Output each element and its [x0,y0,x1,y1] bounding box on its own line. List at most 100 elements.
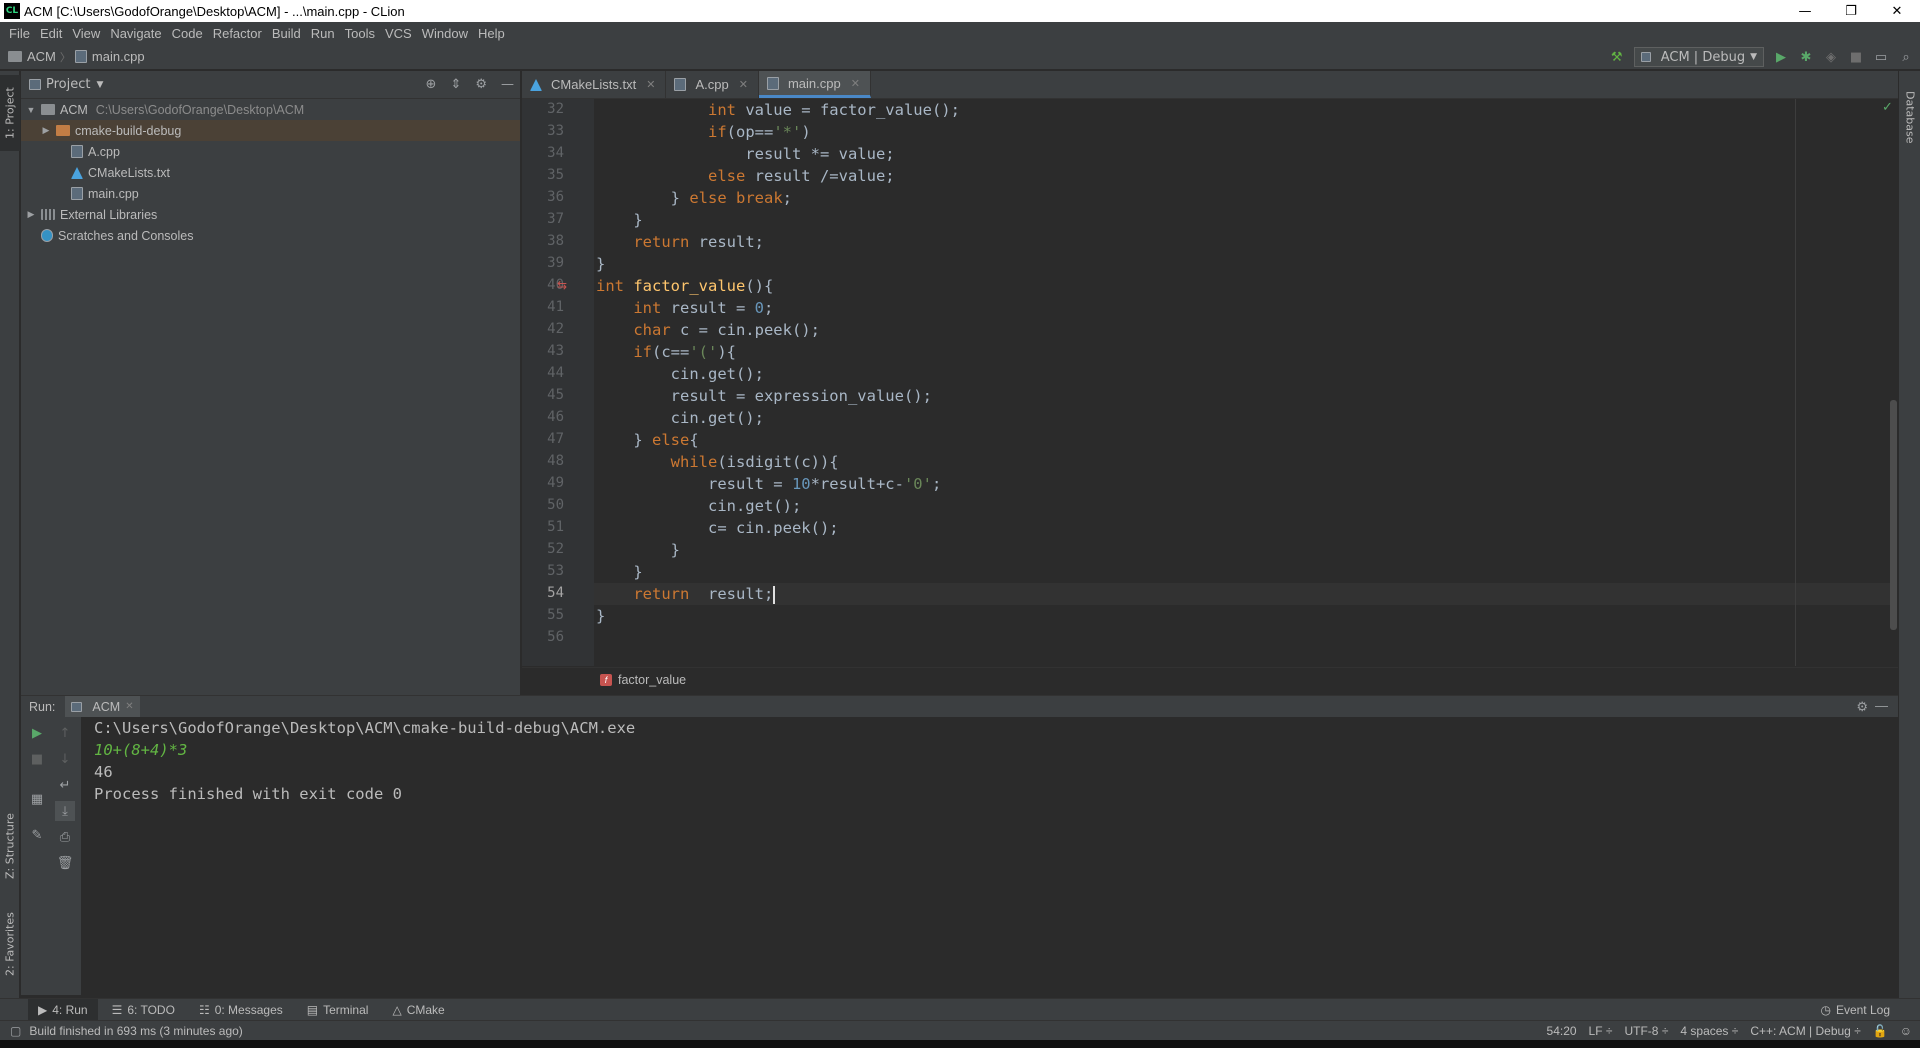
close-icon[interactable]: ✕ [125,701,133,712]
hide-panel-icon[interactable]: — [501,77,514,92]
gear-icon[interactable]: ⚙ [475,77,487,92]
messages-tool-tab[interactable]: ☷ 0: Messages [189,999,293,1021]
lock-icon[interactable]: 🔓 [1873,1024,1888,1038]
run-icon[interactable]: ▶ [1773,49,1789,65]
indent-selector[interactable]: 4 spaces ÷ [1680,1024,1738,1038]
tree-item[interactable]: Scratches and Consoles [21,225,520,246]
collapsed-arrow-icon[interactable]: ▶ [40,125,52,136]
trash-icon[interactable]: 🗑 [55,853,75,873]
run-tool-tab[interactable]: ▶ 4: Run [28,998,98,1021]
chevron-down-icon[interactable]: ▼ [96,80,103,90]
menu-refactor[interactable]: Refactor [208,26,267,41]
menu-code[interactable]: Code [167,26,208,41]
status-message[interactable]: Build finished in 693 ms (3 minutes ago) [29,1024,242,1038]
code-line[interactable]: } [594,253,1894,275]
print-icon[interactable]: ⎙ [55,827,75,847]
collapse-all-icon[interactable]: ⇕ [450,77,461,92]
encoding-selector[interactable]: UTF-8 ÷ [1624,1024,1668,1038]
close-window-button[interactable]: ✕ [1874,0,1920,22]
code-line[interactable]: } [594,561,1894,583]
arrow-down-icon[interactable]: ↓ [55,749,75,769]
editor-tab[interactable]: CMakeLists.txt ✕ [522,71,667,98]
scroll-to-end-icon[interactable]: ⤓ [55,801,75,821]
code-line[interactable]: result = 10*result+c-'0'; [594,473,1894,495]
tree-item[interactable]: ▼ ACM C:\Users\GodofOrange\Desktop\ACM [21,99,520,120]
menu-view[interactable]: View [67,26,105,41]
run-with-coverage-icon[interactable]: ◈ [1823,49,1839,65]
stop-icon[interactable]: ■ [1848,49,1864,65]
tree-item[interactable]: ▶ cmake-build-debug [21,120,520,141]
code-line[interactable]: } [594,209,1894,231]
tree-item[interactable]: ▶ External Libraries [21,204,520,225]
breadcrumb-file[interactable]: main.cpp [74,49,145,64]
code-line[interactable]: cin.get(); [594,407,1894,429]
terminal-tool-tab[interactable]: ▤ Terminal [297,999,379,1021]
favorites-tool-tab[interactable]: 2: Favorites [0,899,20,989]
code-line[interactable]: return result; [594,231,1894,253]
project-tool-tab[interactable]: 1: Project [0,75,20,151]
menu-edit[interactable]: Edit [35,26,67,41]
code-line[interactable]: else result /=value; [594,165,1894,187]
pin-icon[interactable]: ✎ [27,825,47,845]
event-log-tab[interactable]: ◷ Event Log [1820,999,1890,1021]
arrow-up-icon[interactable]: ↑ [55,723,75,743]
menu-tools[interactable]: Tools [340,26,380,41]
gear-icon[interactable]: ⚙ [1856,699,1868,715]
soft-wrap-icon[interactable]: ↵ [55,775,75,795]
rerun-icon[interactable]: ▶ [27,723,47,743]
toggle-tool-windows-icon[interactable]: ▢ [10,1024,21,1038]
code-editor[interactable]: int value = factor_value(); if(op=='*') … [594,99,1894,666]
close-tab-icon[interactable]: ✕ [739,78,748,91]
stop-icon[interactable]: ■ [27,749,47,769]
code-line[interactable]: int value = factor_value(); [594,99,1894,121]
todo-tool-tab[interactable]: ☰ 6: TODO [102,999,185,1021]
restore-layout-icon[interactable]: ▦ [27,789,47,809]
build-hammer-icon[interactable]: ⚒ [1609,49,1625,65]
code-line[interactable] [594,627,1894,649]
tree-item[interactable]: main.cpp [21,183,520,204]
menu-window[interactable]: Window [417,26,473,41]
menu-build[interactable]: Build [267,26,306,41]
project-structure-icon[interactable]: ▭ [1873,49,1889,65]
menu-navigate[interactable]: Navigate [105,26,166,41]
code-breadcrumb[interactable]: f factor_value [522,667,1898,691]
locate-file-icon[interactable]: ⊕ [426,77,437,92]
run-configuration-dropdown[interactable]: ACM | Debug ▼ [1633,47,1764,67]
code-line[interactable]: result *= value; [594,143,1894,165]
code-line[interactable]: int factor_value(){ [594,275,1894,297]
inspector-icon[interactable]: ☺ [1900,1024,1912,1038]
editor-scrollbar[interactable] [1890,400,1897,630]
code-line[interactable]: int result = 0; [594,297,1894,319]
restore-button[interactable]: ❐ [1828,0,1874,22]
tree-item[interactable]: CMakeLists.txt [21,162,520,183]
code-line[interactable]: } [594,605,1894,627]
code-line[interactable]: cin.get(); [594,495,1894,517]
collapsed-arrow-icon[interactable]: ▶ [25,209,37,220]
menu-vcs[interactable]: VCS [380,26,417,41]
inspection-ok-icon[interactable]: ✓ [1882,100,1893,115]
close-tab-icon[interactable]: ✕ [851,77,860,90]
override-marker-icon[interactable]: ⇆ [557,278,567,292]
line-separator-selector[interactable]: LF ÷ [1589,1024,1613,1038]
tree-item[interactable]: A.cpp [21,141,520,162]
code-line[interactable]: if(op=='*') [594,121,1894,143]
code-line[interactable]: } [594,539,1894,561]
structure-tool-tab[interactable]: Z: Structure [0,801,20,891]
database-tool-tab[interactable]: Database [1899,77,1920,157]
debug-bug-icon[interactable]: ✱ [1798,49,1814,65]
menu-run[interactable]: Run [306,26,340,41]
search-everywhere-icon[interactable]: ⌕ [1898,49,1914,65]
hide-panel-icon[interactable]: — [1875,698,1888,713]
code-line[interactable]: return result; [594,583,1894,605]
project-panel-title[interactable]: Project [46,77,90,92]
code-line[interactable]: while(isdigit(c)){ [594,451,1894,473]
editor-tab[interactable]: main.cpp ✕ [758,71,871,98]
code-line[interactable]: if(c=='('){ [594,341,1894,363]
resolve-context-selector[interactable]: C++: ACM | Debug ÷ [1750,1024,1860,1038]
code-line[interactable]: char c = cin.peek(); [594,319,1894,341]
code-line[interactable]: } else{ [594,429,1894,451]
run-tab-acm[interactable]: ACM ✕ [65,695,140,718]
run-console[interactable]: C:\Users\GodofOrange\Desktop\ACM\cmake-b… [81,717,1898,995]
cmake-tool-tab[interactable]: △ CMake [382,999,454,1021]
menu-help[interactable]: Help [473,26,510,41]
